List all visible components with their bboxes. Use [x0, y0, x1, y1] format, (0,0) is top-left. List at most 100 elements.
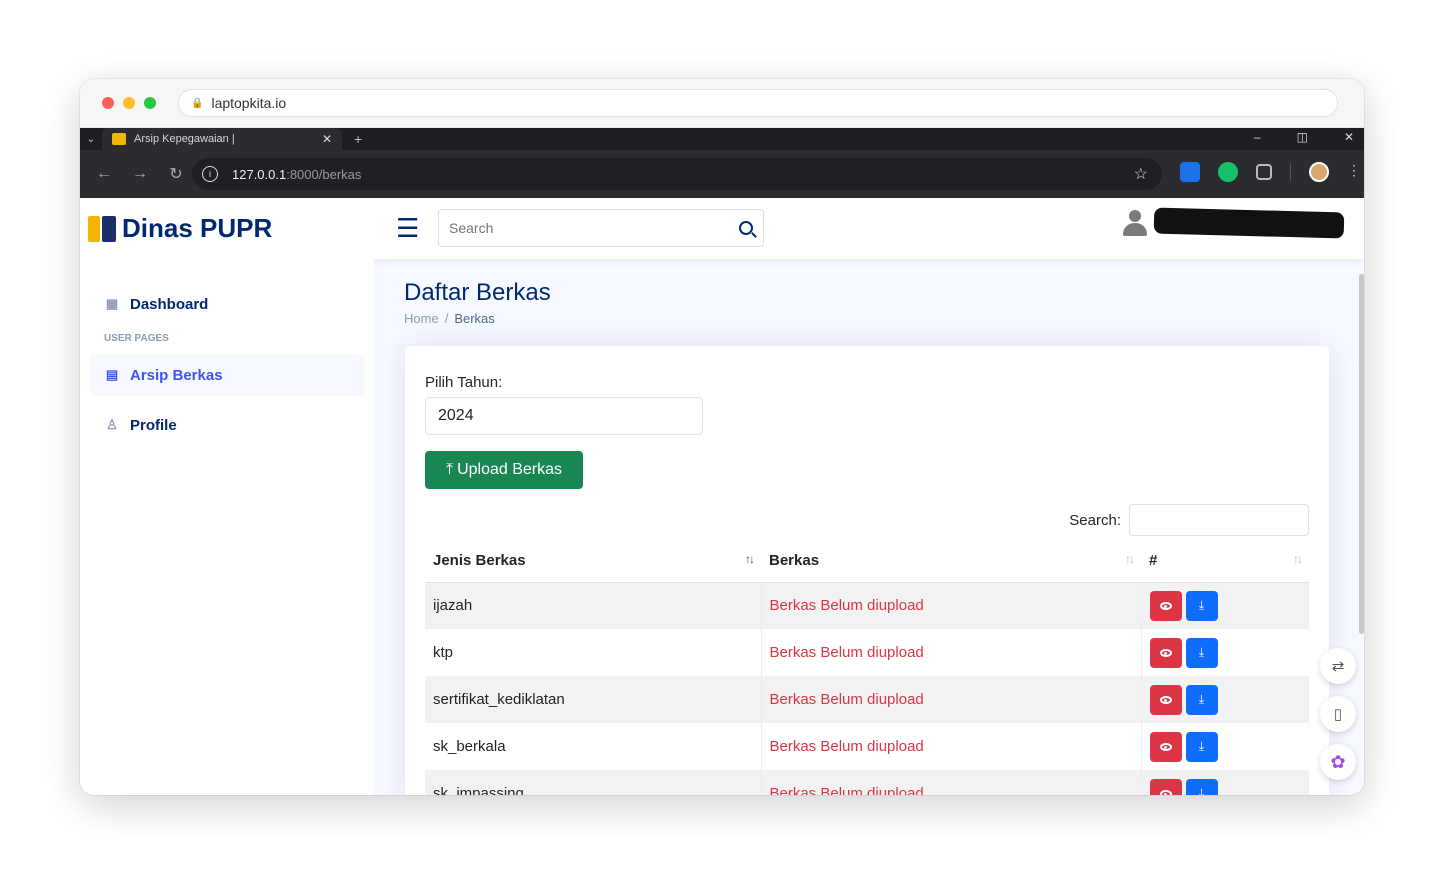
- brand-name: Dinas PUPR: [122, 213, 273, 243]
- sidebar: ▦ Dashboard USER PAGES ▤ Arsip Berkas ♙ …: [80, 259, 374, 795]
- berkas-table: Jenis Berkas ↑↓ Berkas ↑↓ # ↑↓ ijazah Berka…: [425, 540, 1309, 795]
- profile-avatar-icon[interactable]: [1309, 162, 1329, 182]
- sidebar-item-label: Dashboard: [130, 295, 209, 313]
- header-search: [438, 209, 764, 247]
- breadcrumb: Home / Berkas: [404, 311, 495, 326]
- jenis-cell: sertifikat_kediklatan: [425, 676, 762, 723]
- download-icon: ⤓: [1198, 645, 1205, 659]
- actions-cell: ⤓: [1141, 770, 1309, 795]
- toolbar-divider: [1290, 163, 1291, 181]
- berkas-cell: Berkas Belum diupload: [761, 629, 1142, 676]
- window-controls: – ◫ ✕: [1254, 130, 1354, 144]
- search-icon[interactable]: [739, 221, 753, 235]
- minimize-icon[interactable]: –: [1254, 130, 1261, 144]
- tab-search-chevron-icon[interactable]: ⌄: [80, 134, 102, 145]
- download-button[interactable]: ⤓: [1185, 590, 1218, 621]
- page-scrollbar[interactable]: [1359, 274, 1364, 634]
- upload-berkas-button[interactable]: ⤒ Upload Berkas: [425, 451, 583, 489]
- berkas-cell: Berkas Belum diupload: [761, 723, 1142, 770]
- translate-icon[interactable]: ⇄: [1320, 648, 1356, 684]
- actions-cell: ⤓: [1141, 676, 1309, 723]
- year-select[interactable]: 2024: [425, 397, 703, 435]
- extensions-puzzle-icon[interactable]: [1256, 164, 1272, 180]
- eye-icon: [1159, 789, 1172, 795]
- extension-new-icon[interactable]: [1180, 162, 1200, 182]
- ai-brain-icon[interactable]: ✿: [1320, 744, 1356, 780]
- view-button[interactable]: [1149, 684, 1182, 715]
- mac-address-bar[interactable]: 🔒 laptopkita.io: [178, 89, 1338, 117]
- breadcrumb-home[interactable]: Home: [404, 311, 439, 326]
- mac-titlebar: 🔒 laptopkita.io: [80, 79, 1364, 128]
- jenis-cell: ijazah: [425, 582, 762, 629]
- column-header-jenis[interactable]: Jenis Berkas ↑↓: [425, 540, 761, 583]
- download-icon: ⤓: [1198, 786, 1205, 795]
- actions-cell: ⤓: [1141, 629, 1309, 676]
- table-search-input[interactable]: [1129, 504, 1309, 536]
- berkas-cell: Berkas Belum diupload: [761, 676, 1142, 723]
- grammarly-icon[interactable]: [1218, 162, 1238, 182]
- table-row: sk_berkala Berkas Belum diupload ⤓: [425, 723, 1309, 770]
- hamburger-menu-icon[interactable]: ☰: [396, 213, 419, 244]
- berkas-cell: Berkas Belum diupload: [761, 582, 1142, 629]
- minimize-window-button[interactable]: [123, 97, 135, 109]
- download-icon: ⤓: [1198, 692, 1205, 706]
- download-button[interactable]: ⤓: [1185, 778, 1218, 795]
- tab-close-icon[interactable]: ✕: [322, 132, 332, 146]
- sidebar-item-dashboard[interactable]: ▦ Dashboard: [90, 283, 364, 325]
- site-info-icon[interactable]: i: [202, 166, 218, 182]
- reader-mode-icon[interactable]: ▯: [1320, 696, 1356, 732]
- upload-icon: ⤒: [445, 461, 454, 478]
- close-window-button[interactable]: [102, 97, 114, 109]
- new-tab-icon[interactable]: +: [354, 131, 362, 147]
- download-button[interactable]: ⤓: [1185, 731, 1218, 762]
- sidebar-item-profile[interactable]: ♙ Profile: [90, 404, 364, 446]
- eye-icon: [1159, 648, 1172, 657]
- sidebar-item-label: Profile: [130, 416, 177, 434]
- sort-icon: ↑↓: [745, 552, 755, 566]
- download-button[interactable]: ⤓: [1185, 684, 1218, 715]
- table-row: ijazah Berkas Belum diupload ⤓: [425, 582, 1309, 629]
- table-row: sertifikat_kediklatan Berkas Belum diupl…: [425, 676, 1309, 723]
- lock-icon: 🔒: [191, 97, 204, 109]
- chrome-menu-icon[interactable]: ⋮: [1347, 162, 1361, 182]
- close-icon[interactable]: ✕: [1344, 130, 1354, 144]
- jenis-cell: sk_impassing: [425, 770, 762, 795]
- redacted-username: [1153, 207, 1345, 239]
- mac-url-text: laptopkita.io: [211, 95, 287, 111]
- forward-icon[interactable]: →: [122, 165, 158, 183]
- grid-icon: ▦: [105, 296, 119, 311]
- reload-icon[interactable]: ↻: [158, 164, 194, 184]
- view-button[interactable]: [1149, 731, 1182, 762]
- download-icon: ⤓: [1198, 739, 1205, 753]
- jenis-cell: ktp: [425, 629, 762, 676]
- chrome-toolbar: ← → ↻ i 127.0.0.1:8000/berkas ☆ ⋮: [80, 150, 1364, 198]
- omnibox[interactable]: i 127.0.0.1:8000/berkas ☆: [192, 158, 1162, 190]
- view-button[interactable]: [1149, 778, 1182, 795]
- header-search-input[interactable]: [449, 220, 739, 236]
- bookmark-star-icon[interactable]: ☆: [1134, 164, 1148, 184]
- restore-icon[interactable]: ◫: [1297, 130, 1308, 144]
- view-button[interactable]: [1149, 590, 1182, 621]
- brand[interactable]: Dinas PUPR: [88, 213, 388, 244]
- extensions: ⋮: [1180, 162, 1361, 182]
- download-button[interactable]: ⤓: [1185, 637, 1218, 668]
- upload-button-label: Upload Berkas: [457, 461, 563, 478]
- browser-tab[interactable]: Arsip Kepegawaian | ✕: [102, 128, 342, 150]
- app-header: Dinas PUPR ☰: [80, 198, 1364, 259]
- url-path: :8000/berkas: [286, 166, 362, 182]
- chrome-tabstrip: ⌄ Arsip Kepegawaian | ✕ + – ◫ ✕: [80, 128, 1364, 150]
- view-button[interactable]: [1149, 637, 1182, 668]
- eye-icon: [1159, 742, 1172, 751]
- zoom-window-button[interactable]: [144, 97, 156, 109]
- back-icon[interactable]: ←: [86, 165, 122, 183]
- user-menu[interactable]: [1122, 207, 1345, 239]
- download-icon: ⤓: [1198, 598, 1205, 613]
- sidebar-item-arsip-berkas[interactable]: ▤ Arsip Berkas: [90, 354, 364, 396]
- column-header-berkas[interactable]: Berkas ↑↓: [761, 540, 1141, 583]
- actions-cell: ⤓: [1141, 582, 1309, 629]
- person-icon: ♙: [106, 417, 118, 432]
- sort-icon: ↑↓: [1125, 552, 1135, 566]
- table-row: ktp Berkas Belum diupload ⤓: [425, 629, 1309, 676]
- app-viewport: Dinas PUPR ☰ ▦ Dashboard USER PAGES ▤ Ar…: [80, 198, 1364, 795]
- column-header-actions[interactable]: # ↑↓: [1141, 540, 1309, 583]
